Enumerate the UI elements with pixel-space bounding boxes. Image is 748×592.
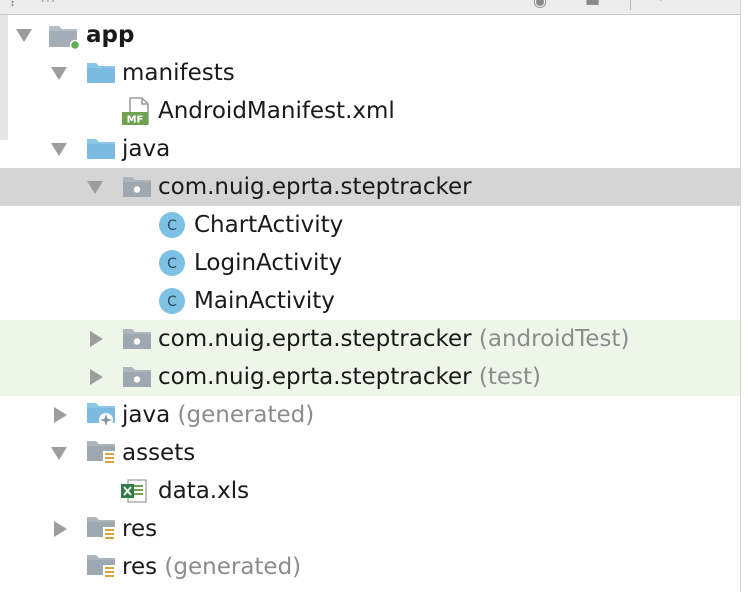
tree-row-main-activity[interactable]: C MainActivity (0, 282, 740, 320)
tree-row-android-manifest[interactable]: MF AndroidManifest.xml (0, 92, 740, 130)
tree-row-manifests[interactable]: manifests (0, 54, 740, 92)
tree-row-chart-activity[interactable]: C ChartActivity (0, 206, 740, 244)
tree-label-package-android-test: com.nuig.eprta.steptracker (androidTest) (158, 326, 630, 352)
tree-label-android-manifest: AndroidManifest.xml (158, 98, 395, 124)
tree-label-app: app (86, 22, 135, 48)
target-icon[interactable]: ◉ (533, 0, 547, 9)
expand-arrow-icon[interactable] (90, 331, 103, 347)
tree-label-main-activity: MainActivity (194, 288, 335, 314)
package-folder-icon (123, 367, 151, 387)
expand-arrow-icon[interactable] (90, 369, 103, 385)
class-icon: C (159, 288, 185, 314)
collapse-arrow-icon[interactable] (51, 67, 67, 80)
tree-label-data-xls: data.xls (158, 478, 250, 504)
expand-arrow-icon[interactable] (54, 407, 67, 423)
tool-window-toolbar: ⁞ ⋯ ◉ ▬ ╵ (0, 0, 740, 15)
toolbar-separator (630, 0, 631, 10)
tree-row-data-xls[interactable]: data.xls (0, 472, 740, 510)
folder-icon (87, 63, 115, 83)
tree-row-java[interactable]: java (0, 130, 740, 168)
right-gutter (740, 0, 748, 592)
resource-folder-icon (87, 517, 116, 541)
svg-text:C: C (167, 256, 177, 272)
collapse-arrow-icon[interactable] (16, 29, 32, 42)
collapse-arrow-icon[interactable] (87, 181, 103, 194)
tree-label-login-activity: LoginActivity (194, 250, 343, 276)
class-icon: C (159, 250, 185, 276)
tree-label-suffix: (androidTest) (478, 326, 630, 352)
tree-label-package-test: com.nuig.eprta.steptracker (test) (158, 364, 542, 390)
tree-row-res-generated[interactable]: res (generated) (0, 548, 740, 586)
settings-icon[interactable]: ▬ (585, 0, 600, 9)
svg-text:C: C (167, 294, 177, 310)
tree-label-suffix: (generated) (164, 554, 302, 580)
tree-row-java-generated[interactable]: java (generated) (0, 396, 740, 434)
module-folder-icon (49, 26, 80, 49)
folder-icon (87, 139, 115, 159)
resource-folder-icon (87, 441, 116, 465)
excel-file-icon (121, 479, 147, 503)
tree-row-package-android-test[interactable]: com.nuig.eprta.steptracker (androidTest) (0, 320, 740, 358)
generated-folder-icon (87, 403, 115, 427)
tree-label-package-main: com.nuig.eprta.steptracker (158, 174, 472, 200)
tree-row-login-activity[interactable]: C LoginActivity (0, 244, 740, 282)
toolbar-divider-icon: ⋯ (40, 0, 56, 10)
svg-text:C: C (167, 218, 177, 234)
tree-row-res[interactable]: res (0, 510, 740, 548)
project-tree: app manifests MF AndroidManifest.xml jav… (0, 16, 740, 586)
collapse-arrow-icon[interactable] (51, 143, 67, 156)
tree-row-assets[interactable]: assets (0, 434, 740, 472)
resource-folder-icon (87, 555, 116, 579)
svg-text:MF: MF (127, 115, 144, 126)
package-folder-icon (123, 329, 151, 349)
tree-label-res-generated: res (generated) (122, 554, 302, 580)
tree-label-res: res (122, 516, 158, 542)
class-icon: C (159, 212, 185, 238)
tree-label-suffix: (test) (478, 364, 542, 390)
package-folder-icon (123, 177, 151, 197)
hide-icon[interactable]: ╵ (656, 0, 666, 9)
tree-label-manifests: manifests (122, 60, 235, 86)
manifest-file-icon: MF (122, 97, 149, 126)
tree-label-suffix: (generated) (177, 402, 315, 428)
tree-row-package-test[interactable]: com.nuig.eprta.steptracker (test) (0, 358, 740, 396)
tree-label-chart-activity: ChartActivity (194, 212, 344, 238)
tree-label-assets: assets (122, 440, 196, 466)
tree-row-package-main[interactable]: com.nuig.eprta.steptracker (0, 168, 740, 206)
toolbar-overflow-icon[interactable]: ⁞ (10, 0, 15, 9)
tree-label-java: java (122, 136, 171, 162)
tree-row-app[interactable]: app (0, 16, 740, 54)
tree-label-java-generated: java (generated) (122, 402, 315, 428)
collapse-arrow-icon[interactable] (51, 447, 67, 460)
expand-arrow-icon[interactable] (54, 521, 67, 537)
